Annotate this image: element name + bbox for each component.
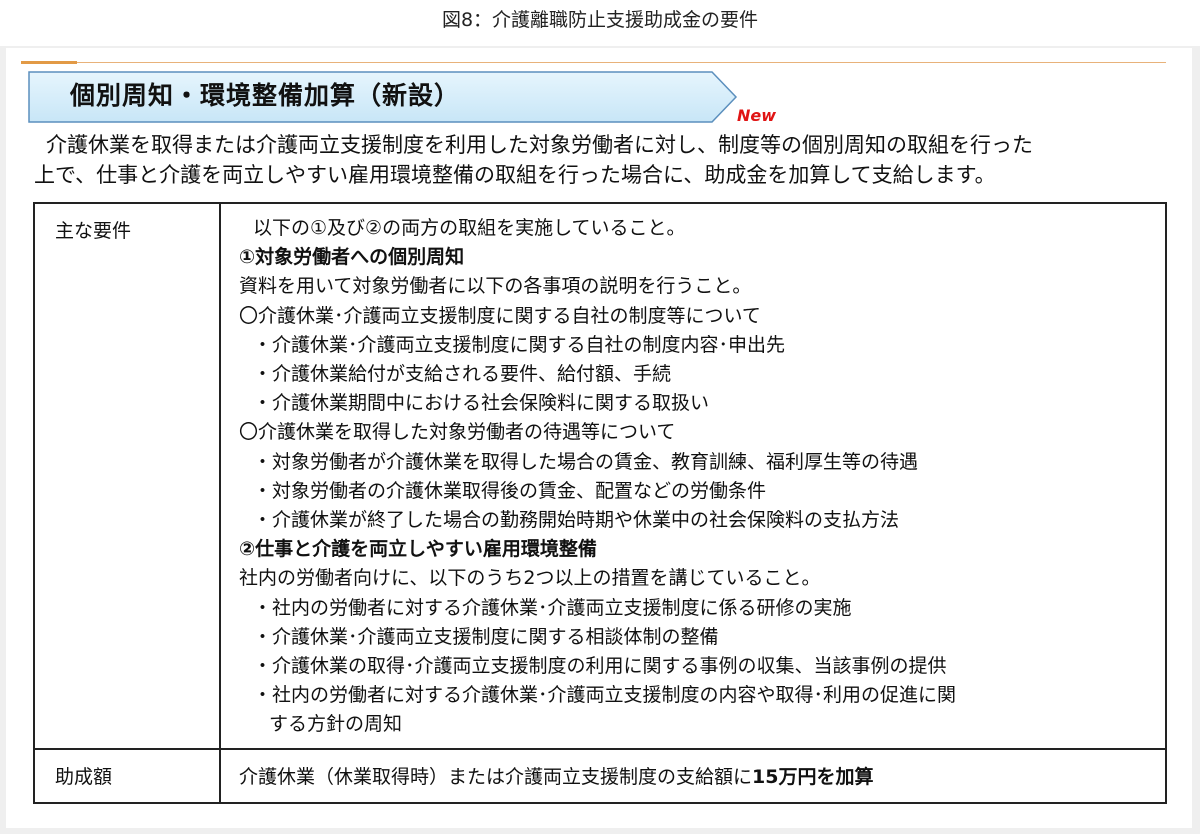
requirements-table: 主な要件 以下の①及び②の両方の取組を実施していること。 ①対象労働者への個別周… — [33, 202, 1167, 804]
new-badge: New — [737, 106, 777, 125]
amount-text: 介護休業（休業取得時）または介護両立支援制度の支給額に15万円を加算 — [221, 750, 1165, 789]
req-line: ・介護休業給付が支給される要件、給付額、手続 — [253, 363, 672, 386]
req-line: する方針の周知 — [269, 713, 403, 736]
row-label-amount: 助成額 — [55, 765, 113, 788]
intro-line: 介護休業を取得または介護両立支援制度を利用した対象労働者に対し、制度等の個別周知… — [46, 133, 1033, 157]
header-rule-accent — [21, 61, 77, 64]
intro-paragraph: 介護休業を取得または介護両立支援制度を利用した対象労働者に対し、制度等の個別周知… — [34, 130, 1174, 190]
req-line: ・対象労働者が介護休業を取得した場合の賃金、教育訓練、福利厚生等の待遇 — [253, 450, 919, 473]
req-line: 社内の労働者向けに、以下のうち2つ以上の措置を講じていること。 — [239, 567, 821, 590]
req-line: ・介護休業が終了した場合の勤務開始時期や休業中の社会保険料の支払方法 — [253, 509, 900, 532]
req-line: ・介護休業･介護両立支援制度に関する相談体制の整備 — [253, 625, 719, 648]
requirements-body: 以下の①及び②の両方の取組を実施していること。 ①対象労働者への個別周知 資料を… — [221, 204, 1165, 748]
req-line: ・介護休業期間中における社会保険料に関する取扱い — [253, 392, 710, 415]
amount-description: 介護休業（休業取得時）または介護両立支援制度の支給額に — [239, 765, 753, 788]
req-heading: ②仕事と介護を両立しやすい雇用環境整備 — [239, 538, 597, 561]
req-line: ・社内の労働者に対する介護休業･介護両立支援制度に係る研修の実施 — [253, 596, 852, 619]
figure-panel: 個別周知・環境整備加算（新設） New 介護休業を取得または介護両立支援制度を利… — [6, 48, 1192, 828]
req-line: ・対象労働者の介護休業取得後の賃金、配置などの労働条件 — [253, 479, 767, 502]
figure-frame: 個別周知・環境整備加算（新設） New 介護休業を取得または介護両立支援制度を利… — [0, 46, 1200, 834]
figure-caption: 図8：介護離職防止支援助成金の要件 — [441, 9, 759, 31]
req-line: ・社内の労働者に対する介護休業･介護両立支援制度の内容や取得･利用の促進に関 — [253, 684, 957, 707]
amount-value: 15万円を加算 — [752, 765, 874, 788]
req-heading: ①対象労働者への個別周知 — [239, 246, 465, 269]
header-rule — [21, 62, 1166, 63]
table-row: 主な要件 以下の①及び②の両方の取組を実施していること。 ①対象労働者への個別周… — [33, 202, 1167, 750]
intro-line: 上で、仕事と介護を両立しやすい雇用環境整備の取組を行った場合に、助成金を加算して… — [34, 163, 996, 187]
req-line: ・介護休業･介護両立支援制度に関する自社の制度内容･申出先 — [253, 333, 786, 356]
req-line: 資料を用いて対象労働者に以下の各事項の説明を行うこと。 — [239, 275, 752, 298]
req-line: 以下の①及び②の両方の取組を実施していること。 — [253, 217, 686, 239]
req-line: ・介護休業の取得･介護両立支援制度の利用に関する事例の収集、当該事例の提供 — [253, 655, 947, 678]
req-line: 〇介護休業を取得した対象労働者の待遇等について — [239, 421, 676, 444]
req-line: 〇介護休業･介護両立支援制度に関する自社の制度等について — [239, 304, 761, 327]
table-row: 助成額 介護休業（休業取得時）または介護両立支援制度の支給額に15万円を加算 — [33, 747, 1167, 804]
section-title: 個別周知・環境整備加算（新設） — [70, 81, 461, 110]
row-label-requirements: 主な要件 — [55, 220, 132, 242]
section-banner: 個別周知・環境整備加算（新設） — [28, 71, 738, 123]
